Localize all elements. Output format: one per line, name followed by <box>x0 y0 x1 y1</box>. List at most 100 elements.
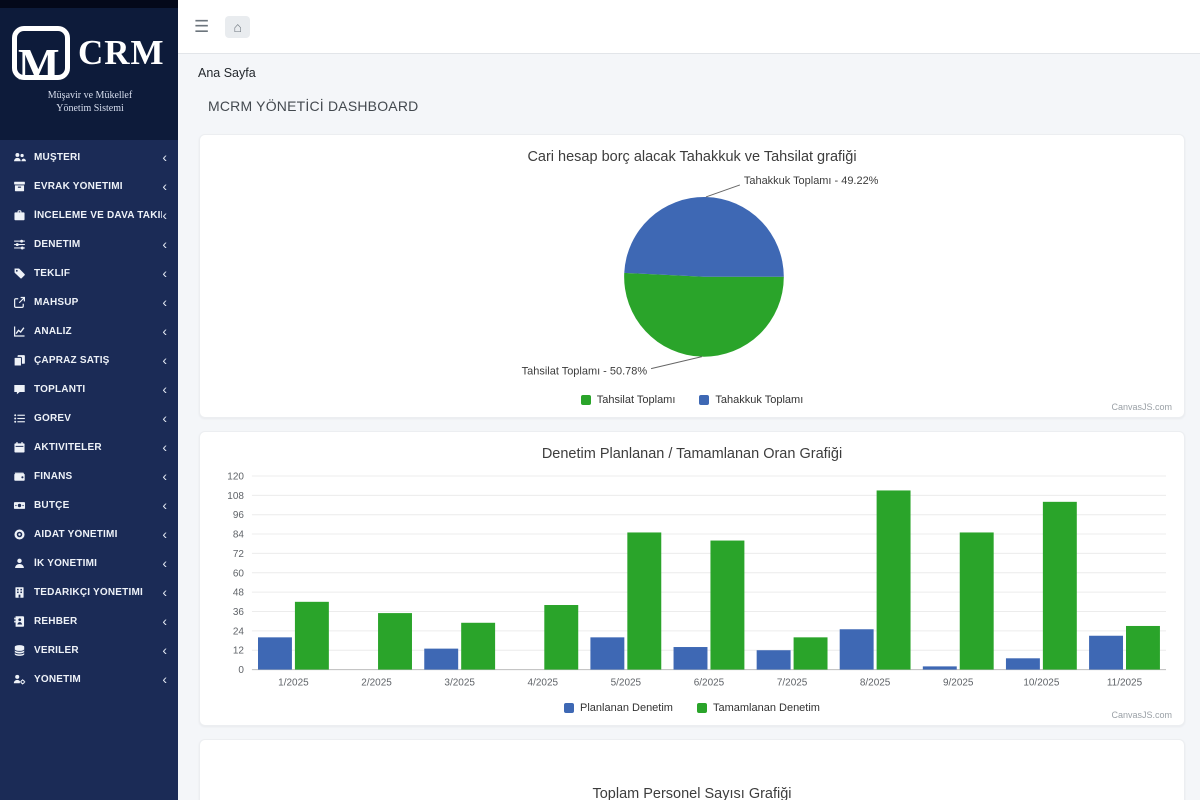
bar-tamamlanan-denetim-8-2025[interactable] <box>877 490 911 669</box>
breadcrumb-home-link[interactable]: Ana Sayfa <box>198 66 256 80</box>
legend-item-tahakkuk-toplam[interactable]: Tahakkuk Toplamı <box>699 394 803 406</box>
sidebar-item-y-netim[interactable]: YÖNETIM‹ <box>0 665 178 694</box>
bar-tamamlanan-denetim-1-2025[interactable] <box>295 601 329 669</box>
y-tick-label: 12 <box>233 645 245 656</box>
y-tick-label: 120 <box>227 471 244 482</box>
chevron-left-icon: ‹ <box>162 353 167 367</box>
bar-planlanan-denetim-11-2025[interactable] <box>1089 635 1123 669</box>
y-tick-label: 48 <box>233 587 245 598</box>
sidebar-item-label: GÖREV <box>34 413 162 424</box>
sidebar-item-g-rev[interactable]: GÖREV‹ <box>0 404 178 433</box>
sidebar-item-tedarik-i-y-netimi[interactable]: TEDARIKÇI YÖNETIMI‹ <box>0 578 178 607</box>
sidebar-item-m-teri[interactable]: MÜŞTERI‹ <box>0 143 178 172</box>
x-tick-label: 7/2025 <box>777 677 808 688</box>
sidebar-item-label: YÖNETIM <box>34 674 162 685</box>
legend-item-planlanan-denetim[interactable]: Planlanan Denetim <box>564 702 673 714</box>
sidebar-item-label: FINANS <box>34 471 162 482</box>
legend-item-tamamlanan-denetim[interactable]: Tamamlanan Denetim <box>697 702 820 714</box>
x-tick-label: 5/2025 <box>611 677 642 688</box>
bar-tamamlanan-denetim-7-2025[interactable] <box>794 637 828 669</box>
bar-planlanan-denetim-8-2025[interactable] <box>840 629 874 669</box>
sidebar-item-i-k-y-netimi[interactable]: İK YÖNETIMI‹ <box>0 549 178 578</box>
bar-planlanan-denetim-7-2025[interactable] <box>757 650 791 669</box>
bar-planlanan-denetim-5-2025[interactable] <box>590 637 624 669</box>
sidebar-item-aktiviteler[interactable]: AKTIVITELER‹ <box>0 433 178 462</box>
menu-toggle-icon[interactable]: ☰ <box>194 17 209 37</box>
legend-label: Planlanan Denetim <box>580 702 673 714</box>
sidebar-item-apraz-sati[interactable]: ÇAPRAZ SATIŞ‹ <box>0 346 178 375</box>
sidebar-item-veriler[interactable]: VERILER‹ <box>0 636 178 665</box>
page-title: MCRM YÖNETİCİ DASHBOARD <box>208 98 1200 114</box>
chevron-left-icon: ‹ <box>162 237 167 251</box>
pie-slice[interactable] <box>624 197 784 277</box>
brand-logo[interactable]: M CRM Müşavir ve Mükellef Yönetim Sistem… <box>0 0 178 140</box>
x-tick-label: 3/2025 <box>444 677 475 688</box>
sidebar-item-label: VERILER <box>34 645 162 656</box>
copy-icon <box>13 354 26 367</box>
chevron-left-icon: ‹ <box>162 440 167 454</box>
sidebar-item-mahsup[interactable]: MAHSUP‹ <box>0 288 178 317</box>
bar-tamamlanan-denetim-3-2025[interactable] <box>461 622 495 669</box>
mcrm-logo-mark: M <box>12 26 70 80</box>
sidebar-item-i-nceleme-ve-dava-takip[interactable]: İNCELEME VE DAVA TAKIP‹ <box>0 201 178 230</box>
sidebar-item-b-t-e[interactable]: BÜTÇE‹ <box>0 491 178 520</box>
pie-slice[interactable] <box>624 273 784 357</box>
bar-planlanan-denetim-10-2025[interactable] <box>1006 658 1040 669</box>
canvasjs-watermark[interactable]: CanvasJS.com <box>1111 402 1172 412</box>
sidebar-item-teklif[interactable]: TEKLIF‹ <box>0 259 178 288</box>
x-tick-label: 8/2025 <box>860 677 891 688</box>
chevron-left-icon: ‹ <box>162 150 167 164</box>
bar-tamamlanan-denetim-6-2025[interactable] <box>710 540 744 669</box>
sidebar-item-evrak-y-netimi[interactable]: EVRAK YÖNETIMI‹ <box>0 172 178 201</box>
home-icon: ⌂ <box>234 19 242 35</box>
sidebar-item-aidat-y-netimi[interactable]: AIDAT YÖNETIMI‹ <box>0 520 178 549</box>
bar-tamamlanan-denetim-9-2025[interactable] <box>960 532 994 669</box>
legend-label: Tahakkuk Toplamı <box>715 394 803 406</box>
sidebar-item-analiz[interactable]: ANALIZ‹ <box>0 317 178 346</box>
pie-chart: Tahsilat Toplamı - 50.78%Tahakkuk Toplam… <box>208 169 1176 391</box>
x-tick-label: 11/2025 <box>1107 677 1143 688</box>
bar-tamamlanan-denetim-4-2025[interactable] <box>544 605 578 670</box>
brand-subtitle-line2: Yönetim Sistemi <box>12 102 168 115</box>
bar-planlanan-denetim-6-2025[interactable] <box>674 647 708 670</box>
y-tick-label: 96 <box>233 510 245 521</box>
sidebar-item-rehber[interactable]: REHBER‹ <box>0 607 178 636</box>
personnel-chart-card: Toplam Personel Sayısı Grafiği <box>199 739 1185 800</box>
bar-planlanan-denetim-1-2025[interactable] <box>258 637 292 669</box>
bar-tamamlanan-denetim-10-2025[interactable] <box>1043 501 1077 669</box>
chevron-left-icon: ‹ <box>162 324 167 338</box>
y-tick-label: 84 <box>233 529 245 540</box>
sidebar-item-toplanti[interactable]: TOPLANTI‹ <box>0 375 178 404</box>
sidebar-item-finans[interactable]: FINANS‹ <box>0 462 178 491</box>
bar-planlanan-denetim-9-2025[interactable] <box>923 666 957 669</box>
chevron-left-icon: ‹ <box>162 585 167 599</box>
canvasjs-watermark[interactable]: CanvasJS.com <box>1111 710 1172 720</box>
content: Ana Sayfa MCRM YÖNETİCİ DASHBOARD Cari h… <box>178 54 1200 800</box>
sidebar-item-label: EVRAK YÖNETIMI <box>34 181 162 192</box>
chevron-left-icon: ‹ <box>162 382 167 396</box>
bar-tamamlanan-denetim-5-2025[interactable] <box>627 532 661 669</box>
brand-title: CRM <box>78 33 165 73</box>
sidebar-item-denetim[interactable]: DENETIM‹ <box>0 230 178 259</box>
y-tick-label: 108 <box>227 490 244 501</box>
users-icon <box>13 151 26 164</box>
chevron-left-icon: ‹ <box>162 266 167 280</box>
topbar: ☰ ⌂ <box>178 0 1200 54</box>
chevron-left-icon: ‹ <box>162 179 167 193</box>
sidebar-item-label: REHBER <box>34 616 162 627</box>
x-tick-label: 2/2025 <box>361 677 392 688</box>
pie-slice-label: Tahakkuk Toplamı - 49.22% <box>744 175 879 187</box>
main-area: ☰ ⌂ Ana Sayfa MCRM YÖNETİCİ DASHBOARD Ca… <box>178 0 1200 800</box>
external-link-icon <box>13 296 26 309</box>
home-button[interactable]: ⌂ <box>225 16 250 38</box>
sidebar-item-label: AIDAT YÖNETIMI <box>34 529 162 540</box>
sidebar-item-label: ÇAPRAZ SATIŞ <box>34 355 162 366</box>
legend-item-tahsilat-toplam[interactable]: Tahsilat Toplamı <box>581 394 676 406</box>
bar-chart-title: Denetim Planlanan / Tamamlanan Oran Graf… <box>208 444 1176 466</box>
bar-tamamlanan-denetim-2-2025[interactable] <box>378 613 412 669</box>
bar-planlanan-denetim-3-2025[interactable] <box>424 648 458 669</box>
chart-line-icon <box>13 325 26 338</box>
chevron-left-icon: ‹ <box>162 672 167 686</box>
bar-tamamlanan-denetim-11-2025[interactable] <box>1126 625 1160 669</box>
database-icon <box>13 644 26 657</box>
